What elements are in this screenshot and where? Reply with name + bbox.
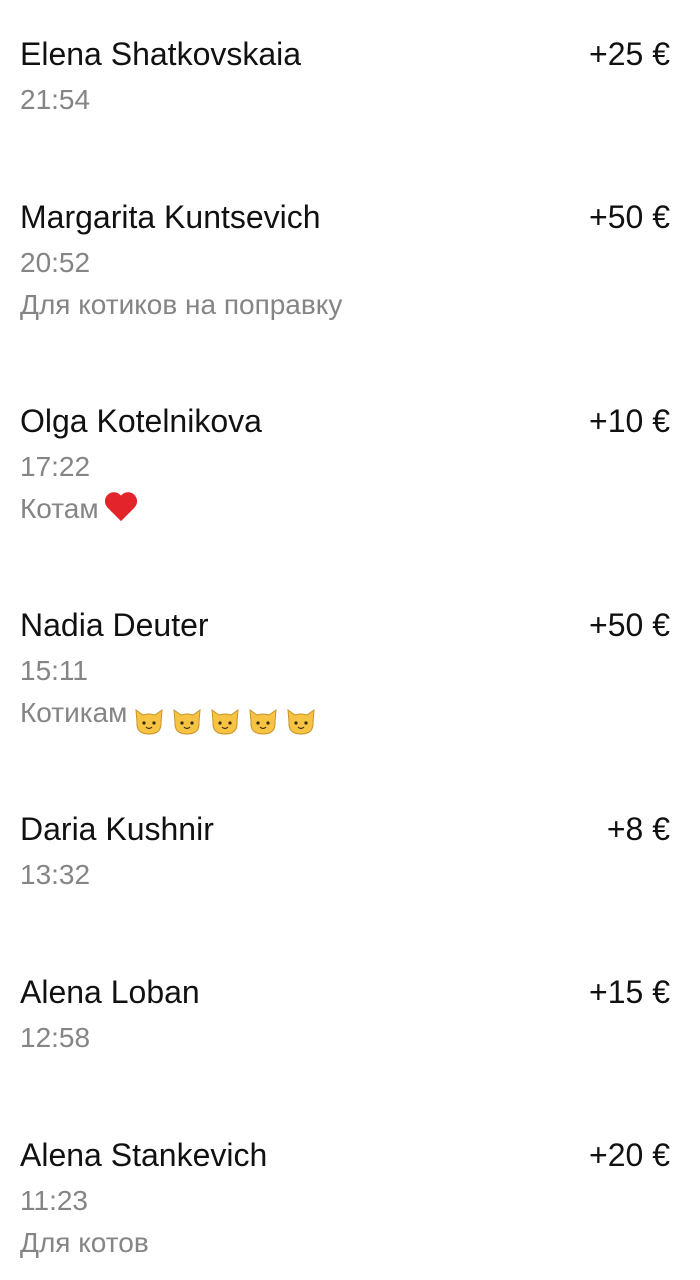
- donation-amount: +50 €: [589, 607, 670, 643]
- donor-name: Daria Kushnir: [20, 811, 214, 847]
- donation-comment: Для котов: [20, 1227, 149, 1258]
- donation-time: 12:58: [20, 1022, 91, 1053]
- donation-comment: Котикам: [20, 697, 128, 728]
- donation-amount: +25 €: [589, 36, 670, 72]
- donation-amount: +15 €: [589, 974, 670, 1010]
- donation-amount: +20 €: [589, 1137, 670, 1173]
- donation-amount: +50 €: [589, 199, 670, 235]
- donation-time: 20:52: [20, 247, 91, 278]
- cat-face-icon: [211, 708, 240, 735]
- donor-name: Elena Shatkovskaia: [20, 36, 302, 72]
- donation-time: 11:23: [20, 1185, 88, 1216]
- donor-name: Margarita Kuntsevich: [20, 199, 321, 235]
- donor-name: Nadia Deuter: [20, 607, 209, 643]
- cat-emoji-group: [133, 701, 323, 737]
- donation-time: 21:54: [20, 84, 91, 115]
- donation-comment: Для котиков на поправку: [20, 289, 343, 320]
- donor-name: Olga Kotelnikova: [20, 403, 262, 439]
- donation-amount: +8 €: [606, 811, 670, 847]
- donor-name: Alena Stankevich: [20, 1137, 268, 1173]
- donation-time: 13:32: [20, 859, 91, 890]
- donation-amount: +10 €: [589, 403, 670, 439]
- cat-face-icon: [287, 708, 316, 735]
- donation-comment: Котам: [20, 493, 99, 524]
- red-heart-icon: [105, 493, 137, 523]
- donation-time: 15:11: [20, 655, 88, 686]
- cat-face-icon: [173, 708, 202, 735]
- donor-name: Alena Loban: [20, 974, 200, 1010]
- donation-comment-wrap: Котам: [20, 491, 137, 527]
- donation-time: 17:22: [20, 451, 91, 482]
- cat-face-icon: [135, 708, 164, 735]
- cat-face-icon: [249, 708, 278, 735]
- donation-comment-wrap: Котикам: [20, 695, 323, 737]
